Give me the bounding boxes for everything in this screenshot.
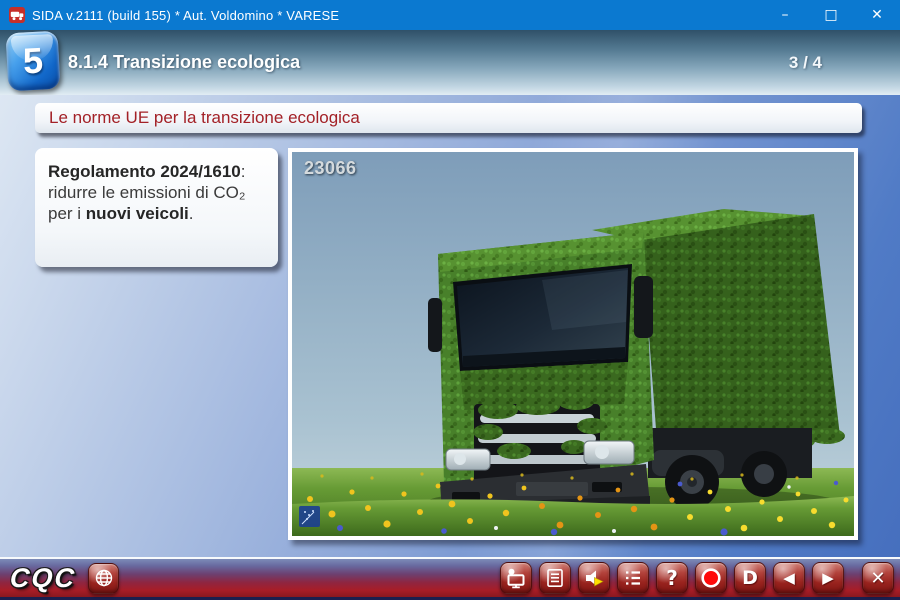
slide-heading-bar: Le norme UE per la transizione ecologica <box>35 103 862 133</box>
photo-frame: 23066 <box>288 148 858 540</box>
back-button[interactable]: ◀ <box>773 562 805 594</box>
exit-button[interactable]: ✕ <box>862 562 894 594</box>
record-button[interactable] <box>695 562 727 594</box>
maximize-button[interactable]: □ <box>808 0 854 30</box>
exit-x-icon: ✕ <box>870 568 885 589</box>
cqc-logo: CQC <box>9 563 77 594</box>
minimize-button[interactable]: – <box>762 0 808 30</box>
audio-button[interactable] <box>578 562 610 594</box>
truck <box>428 209 845 520</box>
list-icon <box>622 567 644 589</box>
text-page-button[interactable] <box>539 562 571 594</box>
dictionary-button[interactable]: D <box>734 562 766 594</box>
document-icon <box>544 567 566 589</box>
question-mark-icon: ? <box>666 566 678 590</box>
main-stage: Le norme UE per la transizione ecologica… <box>0 95 900 557</box>
presenter-icon <box>505 567 527 589</box>
lesson-title: 8.1.4 Transizione ecologica <box>68 30 300 95</box>
note-bold-tail: nuovi veicoli <box>86 204 189 223</box>
language-globe-button[interactable] <box>88 563 119 594</box>
letter-d-icon: D <box>742 567 758 589</box>
window-title: SIDA v.2111 (build 155) * Aut. Voldomino… <box>32 8 339 23</box>
note-bold-lead: Regolamento 2024/1610 <box>48 162 241 181</box>
help-button[interactable]: ? <box>656 562 688 594</box>
watermark-logo <box>299 506 320 527</box>
forward-arrow-icon: ▶ <box>822 569 834 587</box>
lesson-number-badge: 5 <box>6 31 61 92</box>
toolbar-button-row: ? D ◀ ▶ ✕ <box>500 562 894 594</box>
app-icon <box>9 7 25 23</box>
presenter-button[interactable] <box>500 562 532 594</box>
lesson-header: 5 8.1.4 Transizione ecologica 3 / 4 <box>0 30 900 95</box>
globe-icon <box>93 567 115 589</box>
photo-code: 23066 <box>304 158 357 179</box>
forward-button[interactable]: ▶ <box>812 562 844 594</box>
close-window-button[interactable]: ✕ <box>854 0 900 30</box>
note-card: Regolamento 2024/1610: ridurre le emissi… <box>35 148 278 267</box>
speaker-icon <box>583 567 605 589</box>
app-window: SIDA v.2111 (build 155) * Aut. Voldomino… <box>0 0 900 600</box>
back-arrow-icon: ◀ <box>783 569 795 587</box>
grass-truck-illustration <box>292 152 854 536</box>
page-indicator: 3 / 4 <box>789 30 822 95</box>
note-end: . <box>189 204 194 223</box>
index-button[interactable] <box>617 562 649 594</box>
title-bar: SIDA v.2111 (build 155) * Aut. Voldomino… <box>0 0 900 30</box>
bottom-toolbar: CQC <box>0 557 900 600</box>
slide-heading: Le norme UE per la transizione ecologica <box>49 108 360 128</box>
record-icon <box>700 567 722 589</box>
